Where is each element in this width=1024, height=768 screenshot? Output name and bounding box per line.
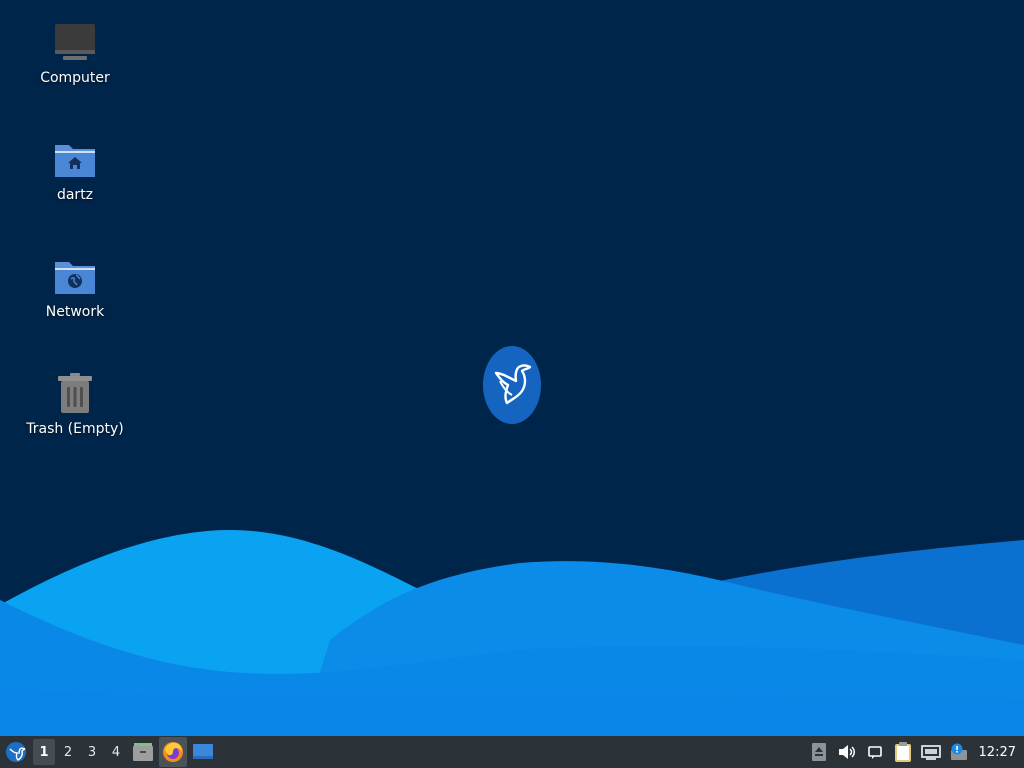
- desktop-icon-home[interactable]: dartz: [20, 135, 130, 203]
- show-desktop-icon: [193, 744, 213, 759]
- tray-updates[interactable]: [946, 737, 972, 767]
- network-wired-icon: [920, 745, 941, 760]
- desktop-icon-label: dartz: [56, 187, 94, 203]
- tray-network[interactable]: [918, 737, 944, 767]
- file-manager-icon: [133, 743, 153, 761]
- desktop-icon-network[interactable]: Network: [20, 252, 130, 320]
- show-desktop-launcher[interactable]: [189, 737, 217, 767]
- desktop-icon-label: Network: [45, 304, 105, 320]
- workspace-2[interactable]: 2: [57, 739, 79, 765]
- tray-notifications[interactable]: [862, 737, 888, 767]
- system-tray: 12:27: [805, 736, 1024, 768]
- notification-icon: [867, 746, 882, 759]
- workspace-3[interactable]: 3: [81, 739, 103, 765]
- home-folder-icon: [55, 145, 95, 177]
- tray-eject[interactable]: [806, 737, 832, 767]
- desktop-icon-label: Computer: [40, 70, 110, 86]
- taskbar: 1 2 3 4 12:27: [0, 736, 1024, 768]
- whisker-menu-button[interactable]: [0, 736, 32, 768]
- file-manager-launcher[interactable]: [129, 737, 157, 767]
- firefox-launcher[interactable]: [159, 737, 187, 767]
- volume-icon: [838, 745, 855, 759]
- desktop-icon-label: Trash (Empty): [26, 421, 124, 437]
- tray-clipboard[interactable]: [890, 737, 916, 767]
- bird-logo-icon: [483, 346, 541, 424]
- clock[interactable]: 12:27: [973, 745, 1024, 760]
- trash-icon: [58, 373, 92, 413]
- tray-volume[interactable]: [834, 737, 860, 767]
- workspace-1[interactable]: 1: [33, 739, 55, 765]
- update-icon: [950, 743, 967, 760]
- firefox-icon: [163, 742, 183, 762]
- desktop-icon-computer[interactable]: Computer: [20, 18, 130, 86]
- workspace-4[interactable]: 4: [105, 739, 127, 765]
- clipboard-icon: [894, 742, 911, 762]
- computer-icon: [55, 24, 95, 60]
- desktop-icon-trash[interactable]: Trash (Empty): [20, 369, 130, 437]
- whisker-menu-icon: [6, 742, 26, 762]
- network-folder-icon: [55, 262, 95, 294]
- eject-icon: [811, 743, 826, 761]
